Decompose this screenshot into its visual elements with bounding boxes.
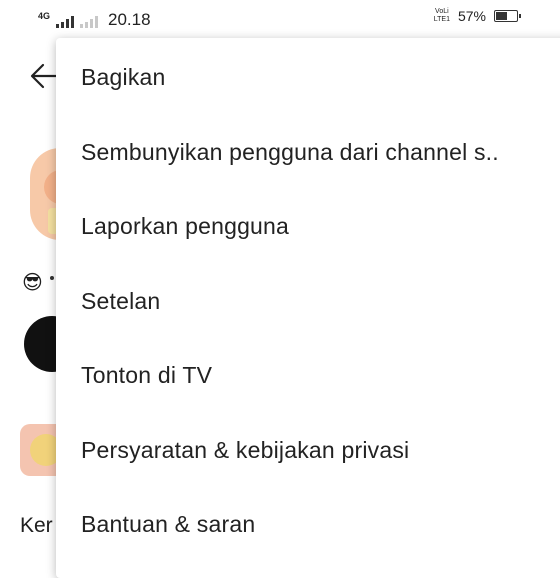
status-bar: 4G 20.18 VoLi LTE1 57% [0,0,560,36]
menu-item-help-feedback[interactable]: Bantuan & saran [56,487,560,561]
status-time: 20.18 [108,10,151,29]
menu-item-watch-on-tv[interactable]: Tonton di TV [56,338,560,412]
sunglasses-emoji-icon: 😎 [22,272,43,294]
signal-strength-secondary-icon [80,16,99,28]
menu-item-report-user[interactable]: Laporkan pengguna [56,189,560,263]
status-right: VoLi LTE1 57% [434,8,521,24]
network-type-label: 4G [38,11,51,21]
battery-fill [496,12,508,20]
volte-label: VoLi [435,8,449,15]
status-left: 4G 20.18 [38,8,151,29]
menu-item-hide-user[interactable]: Sembunyikan pengguna dari channel s.. [56,115,560,189]
menu-item-settings[interactable]: Setelan [56,264,560,338]
overflow-menu: Bagikan Sembunyikan pengguna dari channe… [56,38,560,578]
battery-icon [494,10,521,22]
menu-item-share[interactable]: Bagikan [56,40,560,114]
ellipsis-dot [50,276,54,280]
background-text: Ker [20,514,53,537]
battery-percent: 57% [457,8,486,24]
menu-item-terms-privacy[interactable]: Persyaratan & kebijakan privasi [56,413,560,487]
signal-strength-icon [56,16,75,28]
lte-label: LTE1 [433,16,450,23]
volte-icon: VoLi LTE1 [434,8,450,24]
